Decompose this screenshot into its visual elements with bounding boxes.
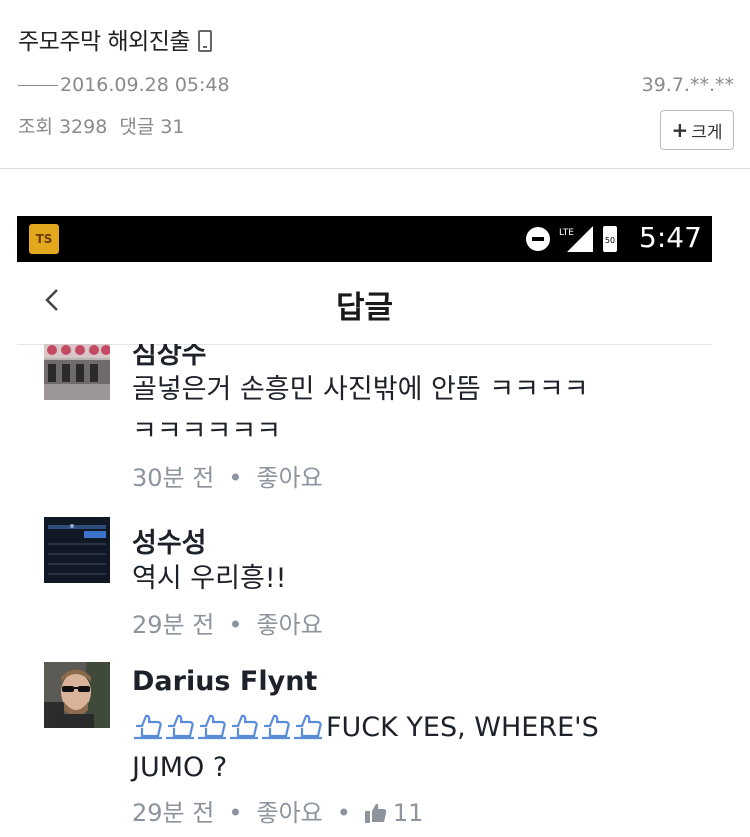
views-count: 3298 <box>58 116 108 138</box>
post-header: 주모주막 해외진출 2016.09.28 05:48 39.7.**.** 조회… <box>0 0 750 169</box>
status-bar: TS LTE 50 5:47 <box>17 216 712 262</box>
avatar[interactable] <box>44 662 110 728</box>
embedded-screenshot: TS LTE 50 5:47 답글 심상수 골넣은거 손흥민 사진밖에 안뜸 ㅋ… <box>17 216 712 837</box>
author-placeholder[interactable] <box>18 85 58 86</box>
comment-time: 30분 전 <box>132 464 215 492</box>
thumbs-up-emoji-icon <box>262 714 290 740</box>
like-count: 11 <box>392 799 424 827</box>
comments-label: 댓글 <box>119 116 155 138</box>
thumbs-up-emoji-icon <box>166 714 194 740</box>
comment-text-line: JUMO ? <box>132 752 228 783</box>
comment-meta: 30분 전 • 좋아요 <box>132 458 323 493</box>
comment-author[interactable]: Darius Flynt <box>132 666 317 697</box>
post-ip: 39.7.**.** <box>641 74 734 96</box>
views-label: 조회 <box>18 116 53 138</box>
nav-title: 답글 <box>335 290 394 326</box>
enlarge-label: 크게 <box>691 122 723 143</box>
comment-text-line: 골넣은거 손흥민 사진밖에 안뜸 ㅋㅋㅋㅋ <box>132 374 589 405</box>
like-link[interactable]: 좋아요 <box>256 799 322 827</box>
meta-separator: • <box>228 611 243 639</box>
lte-signal-icon: LTE <box>559 226 593 252</box>
comment-time: 29분 전 <box>132 799 215 827</box>
comment-meta: 29분 전 • 좋아요 <box>132 605 323 640</box>
comment-meta: 29분 전 • 좋아요 • 11 <box>132 793 423 828</box>
comment-text-line: ㅋㅋㅋㅋㅋㅋ <box>132 416 282 447</box>
avatar[interactable] <box>44 344 110 400</box>
comments-count: 31 <box>160 116 185 138</box>
post-date: 2016.09.28 05:48 <box>60 74 230 96</box>
do-not-disturb-icon <box>526 227 550 251</box>
nav-bar: 답글 <box>17 262 712 345</box>
status-time: 5:47 <box>639 221 702 254</box>
thumbs-up-emoji-row <box>132 712 324 740</box>
battery-icon: 50 <box>603 226 617 252</box>
comment-text: FUCK YES, WHERE'S <box>326 712 599 743</box>
mobile-icon <box>198 30 213 52</box>
post-stats: 조회 3298 댓글 31 <box>18 112 191 139</box>
comment-text-line: FUCK YES, WHERE'S <box>132 708 599 748</box>
thumbs-up-emoji-icon <box>294 714 322 740</box>
like-link[interactable]: 좋아요 <box>256 611 322 639</box>
thumbs-up-emoji-icon <box>230 714 258 740</box>
comment-time: 29분 전 <box>132 611 215 639</box>
thumbs-up-emoji-icon <box>134 714 162 740</box>
comment-text-line: 역시 우리흥!! <box>132 563 287 594</box>
thumbs-up-emoji-icon <box>198 714 226 740</box>
post-author-line: 2016.09.28 05:48 <box>18 74 230 96</box>
app-notification-icon: TS <box>29 224 59 254</box>
comment-list: 심상수 골넣은거 손흥민 사진밖에 안뜸 ㅋㅋㅋㅋ ㅋㅋㅋㅋㅋㅋ 30분 전 • 좋… <box>17 344 712 837</box>
plus-icon: + <box>671 118 689 142</box>
post-title: 주모주막 해외진출 <box>18 22 213 56</box>
meta-separator: • <box>336 799 351 827</box>
comment-author[interactable]: 심상수 <box>132 344 207 371</box>
enlarge-button[interactable]: + 크게 <box>660 110 734 150</box>
svg-text:LTE: LTE <box>559 228 574 238</box>
meta-separator: • <box>228 464 243 492</box>
post-title-text: 주모주막 해외진출 <box>18 29 191 55</box>
comment-author[interactable]: 성수성 <box>132 521 207 560</box>
like-link[interactable]: 좋아요 <box>256 464 322 492</box>
thumbs-up-icon <box>364 803 387 823</box>
meta-separator: • <box>228 799 243 827</box>
avatar[interactable] <box>44 517 110 583</box>
